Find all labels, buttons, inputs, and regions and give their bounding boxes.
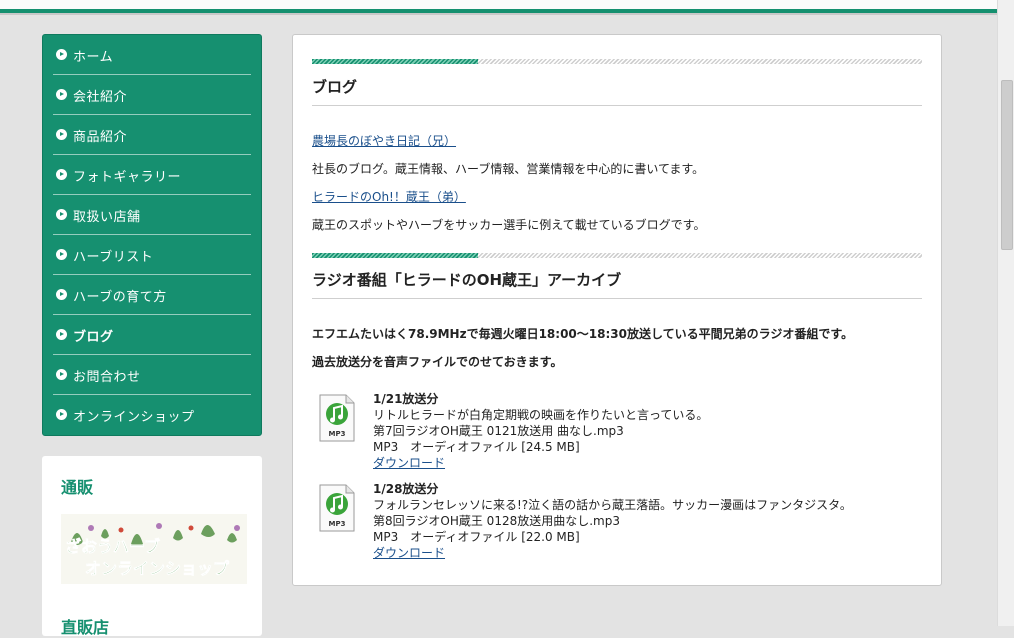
- nav-item-growing[interactable]: ハーブの育て方: [53, 275, 251, 315]
- blog-heading: ブログ: [312, 78, 358, 96]
- main-content: ブログ 農場長のぼやき日記（兄） 社長のブログ。蔵王情報、ハーブ情報、営業情報を…: [292, 34, 942, 586]
- nav-item-label: ホーム: [73, 50, 114, 65]
- arrow-bullet-icon: [56, 169, 67, 180]
- blog-entry-2: ヒラードのOh!！蔵王（弟）: [312, 188, 466, 205]
- arrow-bullet-icon: [56, 89, 67, 100]
- blog-link-1[interactable]: 農場長のぼやき日記（兄）: [312, 134, 456, 148]
- radio-intro: エフエムたいはく78.9MHzで毎週火曜日18:00～18:30放送している平間…: [312, 327, 854, 341]
- banner-line2: オンラインショップ: [85, 559, 230, 578]
- section-bar: [312, 59, 922, 64]
- svg-text:MP3: MP3: [329, 520, 346, 528]
- sidebar-nav: ホーム 会社紹介 商品紹介 フォトギャラリー 取扱い店舗 ハーブリスト ハーブの…: [42, 34, 262, 436]
- arrow-bullet-icon: [56, 329, 67, 340]
- file-name: 第7回ラジオOH蔵王 0121放送用 曲なし.mp3: [373, 424, 624, 438]
- download-link[interactable]: ダウンロード: [373, 544, 445, 561]
- audio-file-2: MP3 1/28放送分 フォルランセレッソに来る!?泣く語の話から蔵王落語。サッ…: [312, 480, 912, 565]
- nav-item-blog[interactable]: ブログ: [53, 315, 251, 355]
- arrow-bullet-icon: [56, 129, 67, 140]
- top-divider: [0, 13, 997, 15]
- heading-divider: [312, 105, 922, 106]
- nav-item-online-shop[interactable]: オンラインショップ: [53, 395, 251, 435]
- mp3-file-icon: MP3: [319, 484, 355, 532]
- nav-item-contact[interactable]: お問合わせ: [53, 355, 251, 395]
- nav-item-label: ブログ: [73, 330, 114, 345]
- file-type: MP3 オーディオファイル [24.5 MB]: [373, 440, 580, 454]
- nav-item-stores[interactable]: 取扱い店舗: [53, 195, 251, 235]
- file-title: 1/28放送分: [373, 482, 439, 496]
- nav-item-label: オンラインショップ: [73, 410, 195, 425]
- svg-text:MP3: MP3: [329, 430, 346, 438]
- file-description: フォルランセレッソに来る!?泣く語の話から蔵王落語。サッカー漫画はファンタジスタ…: [373, 498, 852, 512]
- heading-divider: [312, 298, 922, 299]
- arrow-bullet-icon: [56, 249, 67, 260]
- blog-desc-2: 蔵王のスポットやハーブをサッカー選手に例えて載せているブログです。: [312, 218, 706, 232]
- blog-entry-1: 農場長のぼやき日記（兄）: [312, 132, 456, 149]
- nav-item-products[interactable]: 商品紹介: [53, 115, 251, 155]
- scrollbar-thumb[interactable]: [1001, 80, 1013, 250]
- mail-order-title: 通販: [61, 478, 94, 497]
- section-bar: [312, 253, 922, 258]
- arrow-bullet-icon: [56, 369, 67, 380]
- top-strip: [0, 0, 997, 15]
- file-name: 第8回ラジオOH蔵王 0128放送用曲なし.mp3: [373, 514, 620, 528]
- mp3-file-icon: MP3: [319, 394, 355, 442]
- radio-heading: ラジオ番組「ヒラードのOH蔵王」アーカイブ: [312, 271, 622, 289]
- nav-item-company[interactable]: 会社紹介: [53, 75, 251, 115]
- section-bar-accent: [312, 59, 478, 64]
- vertical-scrollbar[interactable]: [997, 0, 1014, 626]
- nav-item-gallery[interactable]: フォトギャラリー: [53, 155, 251, 195]
- nav-item-label: フォトギャラリー: [73, 170, 182, 185]
- blog-link-2[interactable]: ヒラードのOh!！蔵王（弟）: [312, 190, 466, 204]
- banner-line1: ざおうハーブ: [65, 537, 160, 556]
- audio-file-1: MP3 1/21放送分 リトルヒラードが白角定期戦の映画を作りたいと言っている。…: [312, 390, 912, 475]
- download-link[interactable]: ダウンロード: [373, 454, 445, 471]
- blog-desc-1: 社長のブログ。蔵王情報、ハーブ情報、営業情報を中心的に書いてます。: [312, 162, 705, 176]
- nav-item-home[interactable]: ホーム: [53, 35, 251, 75]
- nav-item-label: お問合わせ: [73, 370, 141, 385]
- mail-order-box: 通販 ざおうハーブ オンラインショップ 直販店: [42, 456, 262, 637]
- arrow-bullet-icon: [56, 409, 67, 420]
- nav-item-label: ハーブの育て方: [73, 290, 167, 305]
- radio-note: 過去放送分を音声ファイルでのせておきます。: [312, 355, 563, 369]
- online-shop-banner[interactable]: ざおうハーブ オンラインショップ: [61, 514, 247, 584]
- file-description: リトルヒラードが白角定期戦の映画を作りたいと言っている。: [373, 408, 709, 422]
- arrow-bullet-icon: [56, 49, 67, 60]
- file-title: 1/21放送分: [373, 392, 439, 406]
- file-type: MP3 オーディオファイル [22.0 MB]: [373, 530, 580, 544]
- section-bar-accent: [312, 253, 478, 258]
- direct-sale-title: 直販店: [61, 618, 110, 637]
- nav-item-label: 取扱い店舗: [73, 210, 141, 225]
- nav-item-herb-list[interactable]: ハーブリスト: [53, 235, 251, 275]
- arrow-bullet-icon: [56, 289, 67, 300]
- nav-item-label: 商品紹介: [73, 130, 128, 145]
- nav-item-label: 会社紹介: [73, 90, 128, 105]
- arrow-bullet-icon: [56, 209, 67, 220]
- nav-item-label: ハーブリスト: [73, 250, 154, 265]
